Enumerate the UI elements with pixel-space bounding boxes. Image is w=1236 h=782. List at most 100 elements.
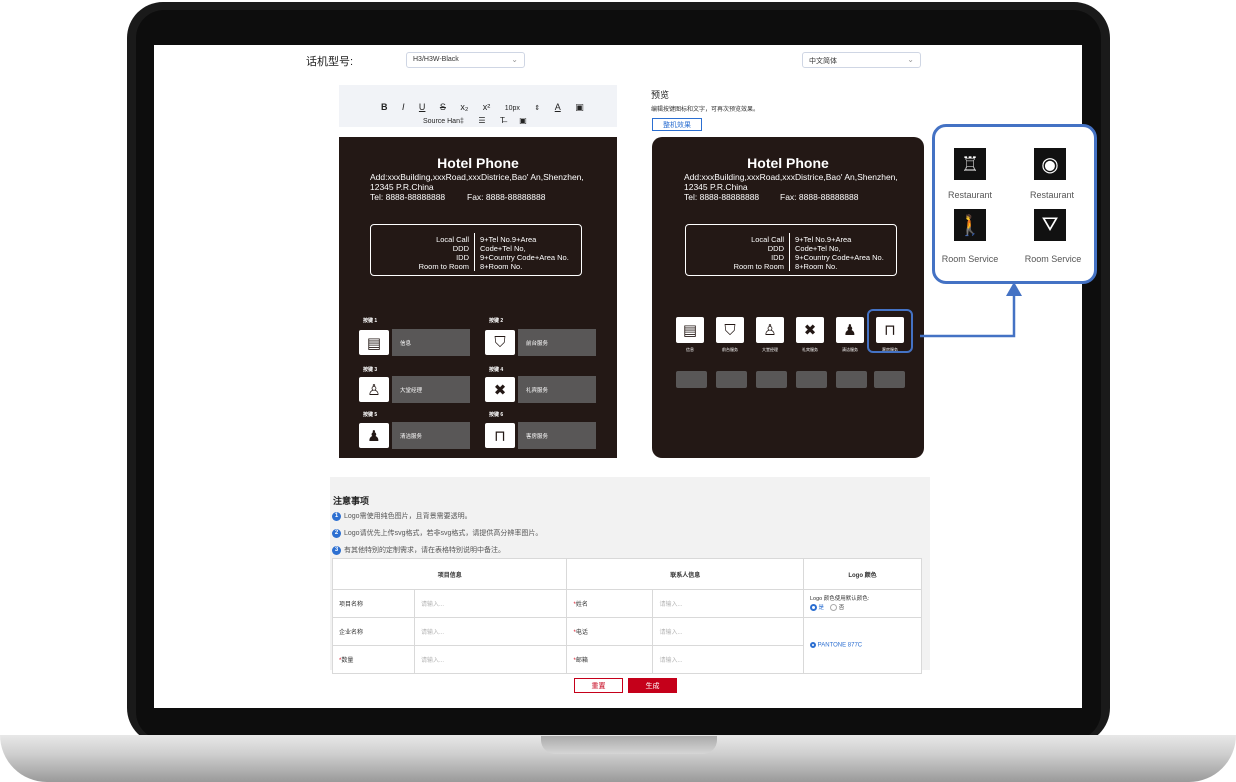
preview-key-label: 清洁服务 — [842, 347, 858, 352]
dial-label: Room to Room — [418, 262, 469, 271]
restaurant-table-icon[interactable]: ♖ — [954, 148, 986, 180]
contact-name-input[interactable]: 请输入... — [659, 602, 682, 608]
chevron-down-icon: ⌄ — [511, 55, 518, 64]
notes-title: 注意事项 — [333, 496, 370, 506]
preview-card-fax: Fax: 8888-88888888 — [780, 192, 859, 202]
model-select[interactable]: H3/H3W-Black ⌄ — [406, 52, 525, 68]
dial-label: Local Call — [751, 235, 784, 244]
company-name-input[interactable]: 请输入... — [421, 630, 444, 636]
dial-label: IDD — [456, 253, 469, 262]
key-name-input[interactable]: 前台服务 — [518, 329, 596, 356]
dial-label: IDD — [771, 253, 784, 262]
key-name-input[interactable]: 清洁服务 — [392, 422, 470, 449]
language-select-value: 中文简体 — [809, 58, 837, 65]
dial-value: 9+Tel No.9+Area — [795, 235, 852, 244]
number-3-icon: 3 — [332, 545, 341, 555]
note-item: 2 Logo请优先上传svg格式，若非svg格式，请提供高分辨率图片。 — [332, 528, 542, 538]
blank-key — [716, 371, 747, 388]
key-label: 按键 2 — [489, 318, 504, 324]
email-input[interactable]: 请输入... — [659, 658, 682, 664]
model-select-value: H3/H3W-Black — [413, 56, 459, 63]
blank-key — [836, 371, 867, 388]
icon-callout: ♖ Restaurant ◉ Restaurant 🚶 Room Service… — [932, 124, 1097, 284]
pantone-radio[interactable] — [810, 642, 816, 649]
note-text: 有其他特别的定制需求，请在表格特别说明中备注。 — [344, 547, 505, 554]
card-address[interactable]: Add:xxxBuilding,xxxRoad,xxxDistrice,Bao'… — [370, 172, 584, 182]
preview-title: 预览 — [651, 90, 670, 100]
card-tel[interactable]: Tel: 8888-88888888 — [370, 192, 445, 202]
notes-section: 注意事项 1 Logo需使用纯色图片，且背景需要透明。 2 Logo请优先上传s… — [330, 477, 930, 674]
yes-radio[interactable] — [810, 603, 817, 611]
quantity-input[interactable]: 请输入... — [421, 658, 444, 664]
connector-arrow — [920, 282, 1022, 338]
callout-label: Restaurant — [1029, 190, 1075, 200]
number-2-icon: 2 — [332, 528, 341, 538]
key-name-input[interactable]: 大堂经理 — [392, 376, 470, 403]
document-icon[interactable]: ▤ — [359, 330, 389, 355]
key-label: 按键 3 — [363, 367, 378, 373]
tools-icon[interactable]: ✖ — [485, 377, 515, 402]
callout-label: Room Service — [1024, 254, 1082, 264]
font-color-button[interactable]: A — [555, 102, 561, 112]
blank-key — [874, 371, 905, 388]
card-title[interactable]: Hotel Phone — [339, 155, 617, 171]
card-postcode[interactable]: 12345 P.R.China — [370, 182, 434, 192]
bold-button[interactable]: B — [381, 102, 388, 112]
field-label: 邮箱 — [575, 658, 588, 664]
dial-label: DDD — [767, 244, 784, 253]
note-item: 1 Logo需使用纯色图片，且背景需要透明。 — [332, 511, 472, 521]
preview-card-postcode: 12345 P.R.China — [684, 182, 748, 192]
logo-color-header: Logo 颜色 — [803, 558, 922, 590]
blank-key — [796, 371, 827, 388]
restaurant-plate-icon[interactable]: ◉ — [1034, 148, 1066, 180]
key-name-input[interactable]: 信息 — [392, 329, 470, 356]
clear-format-icon[interactable]: T̶ — [500, 116, 505, 125]
cleaning-icon[interactable]: ♟ — [359, 423, 389, 448]
key-name-input[interactable]: 礼宾服务 — [518, 376, 596, 403]
font-family-select[interactable]: Source Han‡ — [423, 118, 464, 125]
room-service-waiter-icon[interactable]: 🚶 — [954, 209, 986, 241]
card-fax[interactable]: Fax: 8888-88888888 — [467, 192, 545, 202]
key-name-input[interactable]: 客房服务 — [518, 422, 596, 449]
full-preview-button[interactable]: 整机效果 — [652, 118, 702, 131]
language-select[interactable]: 中文简体 ⌄ — [802, 52, 921, 68]
preview-key-label: 礼宾服务 — [802, 347, 818, 352]
room-service-cloche-icon[interactable]: ⛛ — [1034, 209, 1066, 241]
no-label: 否 — [838, 604, 845, 611]
align-icon[interactable]: ☰ — [478, 116, 485, 125]
pantone-label[interactable]: PANTONE 877C — [818, 643, 862, 649]
phone-input[interactable]: 请输入... — [659, 630, 682, 636]
project-name-input[interactable]: 请输入... — [421, 602, 444, 608]
preview-card: Hotel Phone Add:xxxBuilding,xxxRoad,xxxD… — [652, 137, 924, 458]
editor-card: Hotel Phone Add:xxxBuilding,xxxRoad,xxxD… — [339, 137, 617, 458]
dial-label: Local Call — [436, 235, 469, 244]
field-label: 姓名 — [575, 602, 588, 608]
insert-image-icon[interactable]: ▣ — [519, 116, 527, 125]
preview-card-address: Add:xxxBuilding,xxxRoad,xxxDistrice,Bao'… — [684, 172, 898, 182]
laptop-notch — [541, 736, 717, 754]
dial-divider — [789, 233, 790, 271]
note-text: Logo请优先上传svg格式，若非svg格式，请提供高分辨率图片。 — [344, 530, 543, 537]
project-info-header: 项目信息 — [331, 558, 568, 590]
italic-button[interactable]: I — [402, 102, 405, 112]
selected-key-highlight — [867, 309, 913, 353]
field-label: 数量 — [341, 658, 354, 664]
room-icon[interactable]: ⊓ — [485, 423, 515, 448]
blank-key — [676, 371, 707, 388]
preview-card-title: Hotel Phone — [747, 155, 829, 171]
note-item: 3 有其他特别的定制需求，请在表格特别说明中备注。 — [332, 545, 505, 555]
reception-icon[interactable]: ⛉ — [485, 330, 515, 355]
reset-button[interactable]: 重置 — [574, 678, 623, 693]
dial-value: 8+Room No. — [480, 262, 523, 271]
dial-value: Code+Tel No, — [795, 244, 841, 253]
field-label: 电话 — [575, 630, 588, 636]
preview-hint: 编辑按键图标和文字，可再次预览效果。 — [651, 107, 760, 113]
blank-key — [756, 371, 787, 388]
manager-icon[interactable]: ♙ — [359, 377, 389, 402]
no-radio[interactable] — [830, 603, 838, 611]
preview-dial-instructions: Local Call DDD IDD Room to Room 9+Tel No… — [685, 224, 897, 276]
generate-button[interactable]: 生成 — [628, 678, 677, 693]
image-icon[interactable]: ▣ — [575, 102, 584, 113]
dial-instructions: Local Call DDD IDD Room to Room 9+Tel No… — [370, 224, 582, 276]
reception-icon: ⛉ — [716, 317, 744, 343]
